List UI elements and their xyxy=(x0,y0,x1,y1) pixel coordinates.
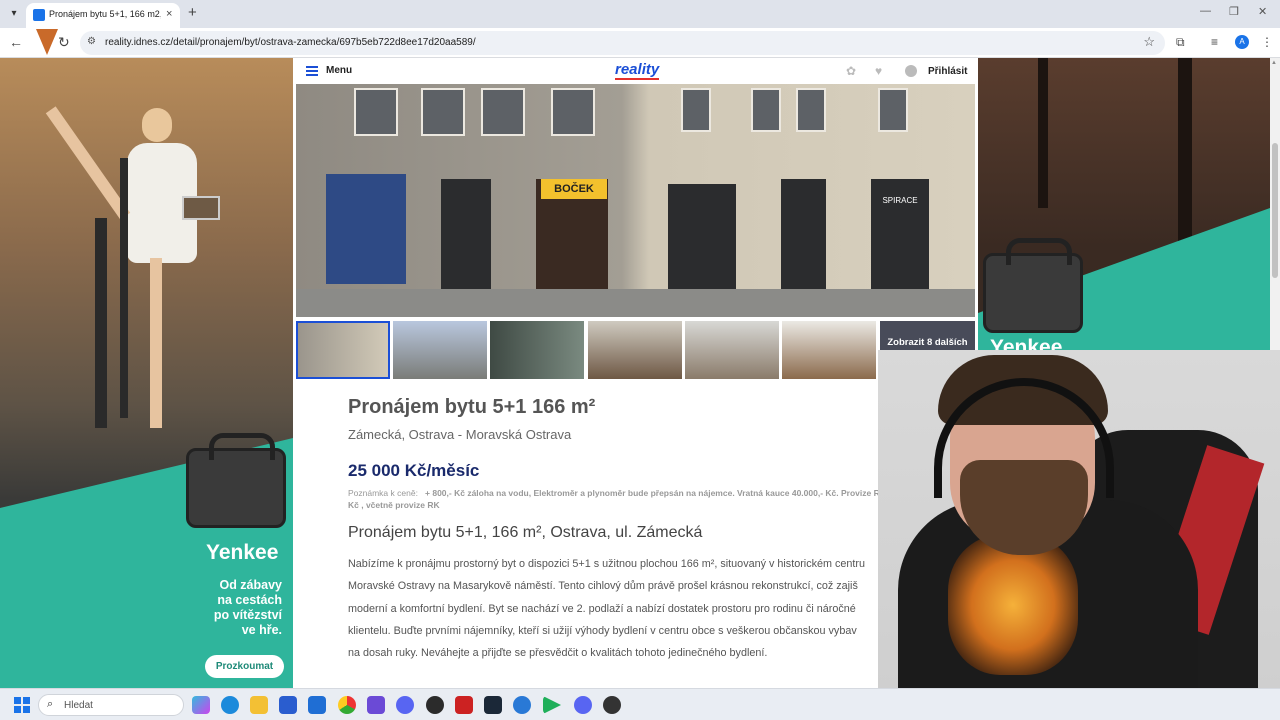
tab-title: Pronájem bytu 5+1, 166 m2, Os xyxy=(49,9,161,19)
edge-icon[interactable] xyxy=(221,696,239,714)
app-icon[interactable] xyxy=(396,696,414,714)
price-note-label: Poznámka k ceně: xyxy=(348,488,418,498)
extensions-icon[interactable]: ⧉ xyxy=(1176,35,1185,50)
ad-brand-logo: Yenkee xyxy=(206,541,279,564)
tab-close-icon[interactable]: × xyxy=(166,8,172,20)
taskbar-search[interactable]: ⌕ Hledat xyxy=(38,694,184,716)
play-icon[interactable] xyxy=(543,696,561,714)
bookmark-star-icon[interactable]: ☆ xyxy=(1143,34,1155,50)
login-button[interactable]: Přihlásit xyxy=(928,66,967,77)
search-icon: ⌕ xyxy=(47,698,54,710)
browser-tabbar: ▾ Pronájem bytu 5+1, 166 m2, Os × + — ❐ … xyxy=(0,0,1280,28)
reload-icon[interactable]: ↻ xyxy=(58,34,70,51)
listing-page: Menu reality ✿ ♥ Přihlásit BOČEK SPIRACE… xyxy=(293,58,978,688)
tab-search-icon[interactable]: ▾ xyxy=(6,6,22,22)
ad-tagline: Od zábavy na cestách po vítězství ve hře… xyxy=(213,578,282,637)
taskbar: ⌕ Hledat xyxy=(0,688,1280,720)
ad-explore-button[interactable]: Prozkoumat xyxy=(205,655,284,678)
chrome-icon[interactable] xyxy=(338,696,356,714)
listing-price: 25 000 Kč/měsíc xyxy=(348,461,480,480)
file-explorer-icon[interactable] xyxy=(250,696,268,714)
site-logo[interactable]: reality xyxy=(615,61,660,80)
profile-avatar[interactable]: A xyxy=(1235,35,1249,49)
restore-icon[interactable]: ❐ xyxy=(1229,5,1239,18)
address-bar[interactable]: ⚙ reality.idnes.cz/detail/pronajem/byt/o… xyxy=(80,31,1165,55)
site-header: Menu reality ✿ ♥ Přihlásit xyxy=(293,58,978,84)
speaker-product-image xyxy=(186,433,286,528)
shirt-print xyxy=(948,535,1078,675)
speaker-product-image xyxy=(983,238,1083,333)
obs-icon[interactable] xyxy=(603,696,621,714)
scrollbar-thumb[interactable] xyxy=(1272,143,1278,278)
listing-description: Nabízíme k pronájmu prostorný byt o disp… xyxy=(348,558,865,660)
store-icon[interactable] xyxy=(279,696,297,714)
webcam-overlay xyxy=(878,350,1280,690)
media-app-icon[interactable] xyxy=(455,696,473,714)
price-note: Poznámka k ceně: + 800,- Kč záloha na vo… xyxy=(348,487,923,511)
close-window-icon[interactable]: ✕ xyxy=(1258,5,1267,18)
site-favicon-icon xyxy=(33,9,45,21)
search-placeholder: Hledat xyxy=(64,700,93,711)
media-controls-icon[interactable]: ≡ xyxy=(1211,35,1218,49)
steam-icon[interactable] xyxy=(484,696,502,714)
photo-thumbnails: Zobrazit 8 dalších xyxy=(296,321,975,379)
shop-sign: SPIRACE xyxy=(882,196,918,205)
thumbnail-photo[interactable] xyxy=(490,321,584,379)
hero-photo[interactable]: BOČEK SPIRACE xyxy=(296,84,975,317)
thumbnail-photo[interactable] xyxy=(782,321,876,379)
heart-icon[interactable]: ♥ xyxy=(875,64,882,78)
browser-menu-icon[interactable]: ⋮ xyxy=(1261,35,1273,49)
ad-model-image xyxy=(45,78,242,478)
thumbnail-photo[interactable] xyxy=(685,321,779,379)
thumbnail-photo[interactable] xyxy=(393,321,487,379)
listing-heading: Pronájem bytu 5+1, 166 m², Ostrava, ul. … xyxy=(348,524,703,541)
shop-sign: BOČEK xyxy=(541,179,607,199)
listing-details: Pronájem bytu 5+1 166 m² Zámecká, Ostrav… xyxy=(348,396,923,664)
copilot-icon[interactable] xyxy=(192,696,210,714)
hamburger-menu-icon[interactable] xyxy=(306,66,318,76)
price-note-text: + 800,- Kč záloha na vodu, Elektroměr a … xyxy=(348,488,920,510)
new-tab-button[interactable]: + xyxy=(188,4,197,21)
browser-tab[interactable]: Pronájem bytu 5+1, 166 m2, Os × xyxy=(26,3,180,28)
extension-pizza-icon[interactable] xyxy=(36,29,58,55)
teams-icon[interactable] xyxy=(367,696,385,714)
scroll-up-icon[interactable]: ▲ xyxy=(1271,60,1277,66)
listing-address: Zámecká, Ostrava - Moravská Ostrava xyxy=(348,427,572,442)
paw-icon[interactable]: ✿ xyxy=(846,64,856,78)
discord-icon[interactable] xyxy=(574,696,592,714)
site-info-icon[interactable]: ⚙ xyxy=(87,36,96,47)
back-icon[interactable]: ← xyxy=(9,34,23,50)
thumbnail-photo[interactable] xyxy=(588,321,682,379)
listing-title: Pronájem bytu 5+1 166 m² xyxy=(348,396,596,418)
thumbnail-photo[interactable] xyxy=(296,321,390,379)
start-menu-icon[interactable] xyxy=(14,697,30,713)
user-icon[interactable] xyxy=(905,65,917,77)
browser-toolbar: ← ↻ ⚙ reality.idnes.cz/detail/pronajem/b… xyxy=(0,28,1280,58)
app-icon[interactable] xyxy=(513,696,531,714)
minimize-icon[interactable]: — xyxy=(1200,5,1211,17)
mail-icon[interactable] xyxy=(308,696,326,714)
url-text[interactable]: reality.idnes.cz/detail/pronajem/byt/ost… xyxy=(105,37,476,48)
left-advertisement[interactable]: Yenkee Od zábavy na cestách po vítězství… xyxy=(0,58,293,688)
wordpress-icon[interactable] xyxy=(426,696,444,714)
menu-button[interactable]: Menu xyxy=(326,65,352,76)
